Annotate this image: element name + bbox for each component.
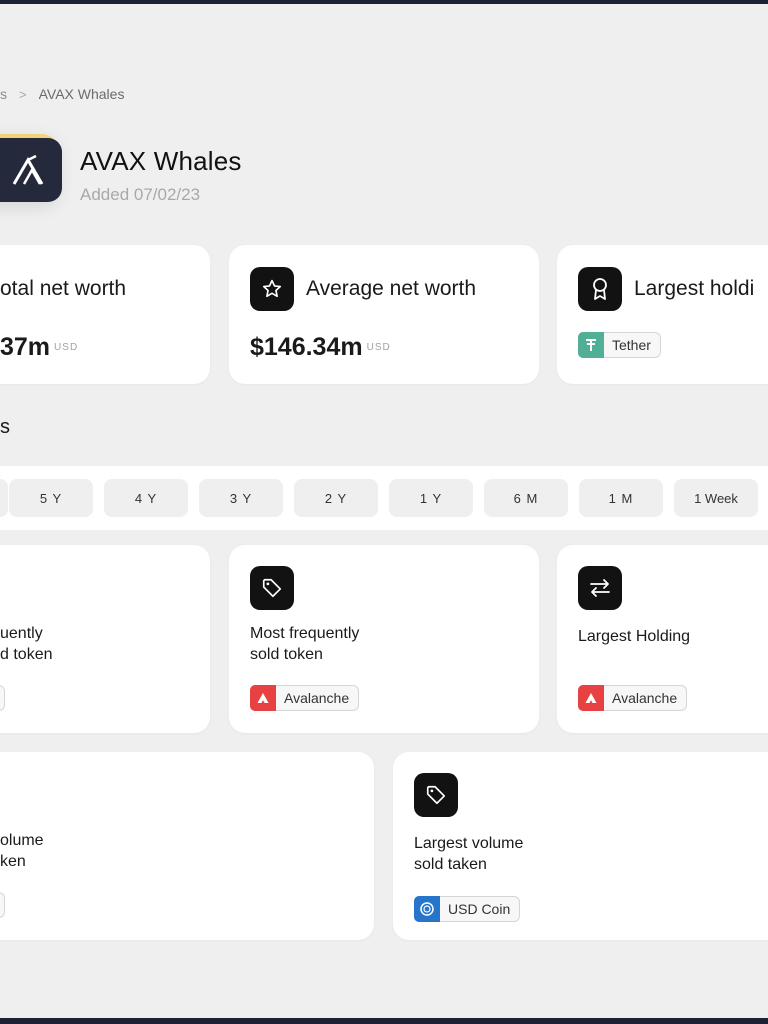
tag-icon-box (414, 773, 458, 817)
stat-value: $146.34m USD (250, 333, 391, 362)
range-button[interactable]: 1 Week (674, 479, 758, 517)
largest-holding-card: Largest holdi Tether (557, 245, 768, 384)
range-button[interactable]: 4 Y (104, 479, 188, 517)
star-icon-box (250, 267, 294, 311)
largest-holding-insight-card: Largest Holding Avalanche (557, 545, 768, 733)
range-button[interactable]: 5 Y (9, 479, 93, 517)
usd-coin-logo-icon (414, 896, 440, 922)
insight-label-line1: olume (0, 832, 44, 849)
tag-icon (426, 785, 446, 805)
time-range-selector: 5 Y 4 Y 3 Y 2 Y 1 Y 6 M 1 M 1 Week (0, 466, 768, 530)
award-icon (593, 278, 607, 300)
stat-amount: $146.34m (250, 333, 363, 361)
chevron-right-icon: > (19, 86, 27, 102)
breadcrumb-current: AVAX Whales (38, 86, 125, 102)
stat-amount: 37m (0, 333, 51, 361)
added-date: Added 07/02/23 (80, 185, 201, 204)
tag-icon (262, 578, 282, 598)
section-heading: s (0, 416, 10, 438)
avalanche-logo-icon (578, 685, 604, 711)
token-name: Avalanche (612, 690, 678, 706)
insight-label-line1: Largest Holding (578, 628, 691, 645)
range-button[interactable]: 3 Y (199, 479, 283, 517)
breadcrumb: s > AVAX Whales (0, 86, 124, 102)
avalanche-logo-icon (250, 685, 276, 711)
stat-unit: USD (54, 342, 79, 353)
total-net-worth-card: otal net worth 37m USD (0, 245, 210, 384)
range-button[interactable]: 6 M (484, 479, 568, 517)
award-icon-box (578, 267, 622, 311)
stat-value: 37m USD (0, 333, 78, 362)
stat-title: otal net worth (0, 277, 127, 300)
stat-unit: USD (366, 342, 391, 353)
swap-arrows-icon (590, 579, 610, 597)
insight-label-line1: uently (0, 625, 43, 642)
range-button[interactable]: 2 Y (294, 479, 378, 517)
insight-label-line2: d token (0, 646, 53, 663)
whale-emblem-icon (12, 154, 44, 185)
range-button-partial[interactable] (0, 479, 8, 517)
average-net-worth-card: Average net worth $146.34m USD (229, 245, 539, 384)
largest-volume-sold-card: Largest volume sold taken USD Coin (393, 752, 768, 940)
insight-label-line1: Most frequently (250, 625, 360, 642)
page-title: AVAX Whales (80, 146, 242, 176)
token-chip[interactable]: Tether (578, 332, 661, 358)
collection-avatar (0, 138, 62, 202)
stat-title: Largest holdi (634, 277, 755, 300)
insight-label-line2: sold token (250, 646, 323, 663)
range-button[interactable]: 1 Y (389, 479, 473, 517)
stat-title: Average net worth (306, 277, 477, 300)
token-chip[interactable]: Avalanche (578, 685, 688, 711)
star-icon (262, 279, 282, 298)
insight-label-line1: Largest volume (414, 835, 524, 852)
insight-label-line2: sold taken (414, 856, 487, 873)
range-button[interactable]: 1 M (579, 479, 663, 517)
token-chip[interactable]: Avalanche (250, 685, 360, 711)
largest-volume-bought-card: olume ken ache (0, 752, 374, 940)
breadcrumb-parent[interactable]: s (0, 86, 7, 102)
tether-logo-icon (578, 332, 604, 358)
swap-icon-box (578, 566, 622, 610)
app-frame: s > AVAX Whales AVAX Whales Added 07/02/… (0, 4, 768, 1018)
token-name: USD Coin (448, 901, 511, 917)
most-bought-card: uently d token ache (0, 545, 210, 733)
tag-icon-box (250, 566, 294, 610)
token-name: Avalanche (284, 690, 350, 706)
token-chip[interactable]: ache (0, 685, 6, 711)
token-name: Tether (612, 337, 651, 353)
insight-label-line2: ken (0, 853, 26, 870)
most-sold-card: Most frequently sold token Avalanche (229, 545, 539, 733)
token-chip[interactable]: USD Coin (414, 896, 521, 922)
token-chip[interactable]: ache (0, 892, 6, 918)
